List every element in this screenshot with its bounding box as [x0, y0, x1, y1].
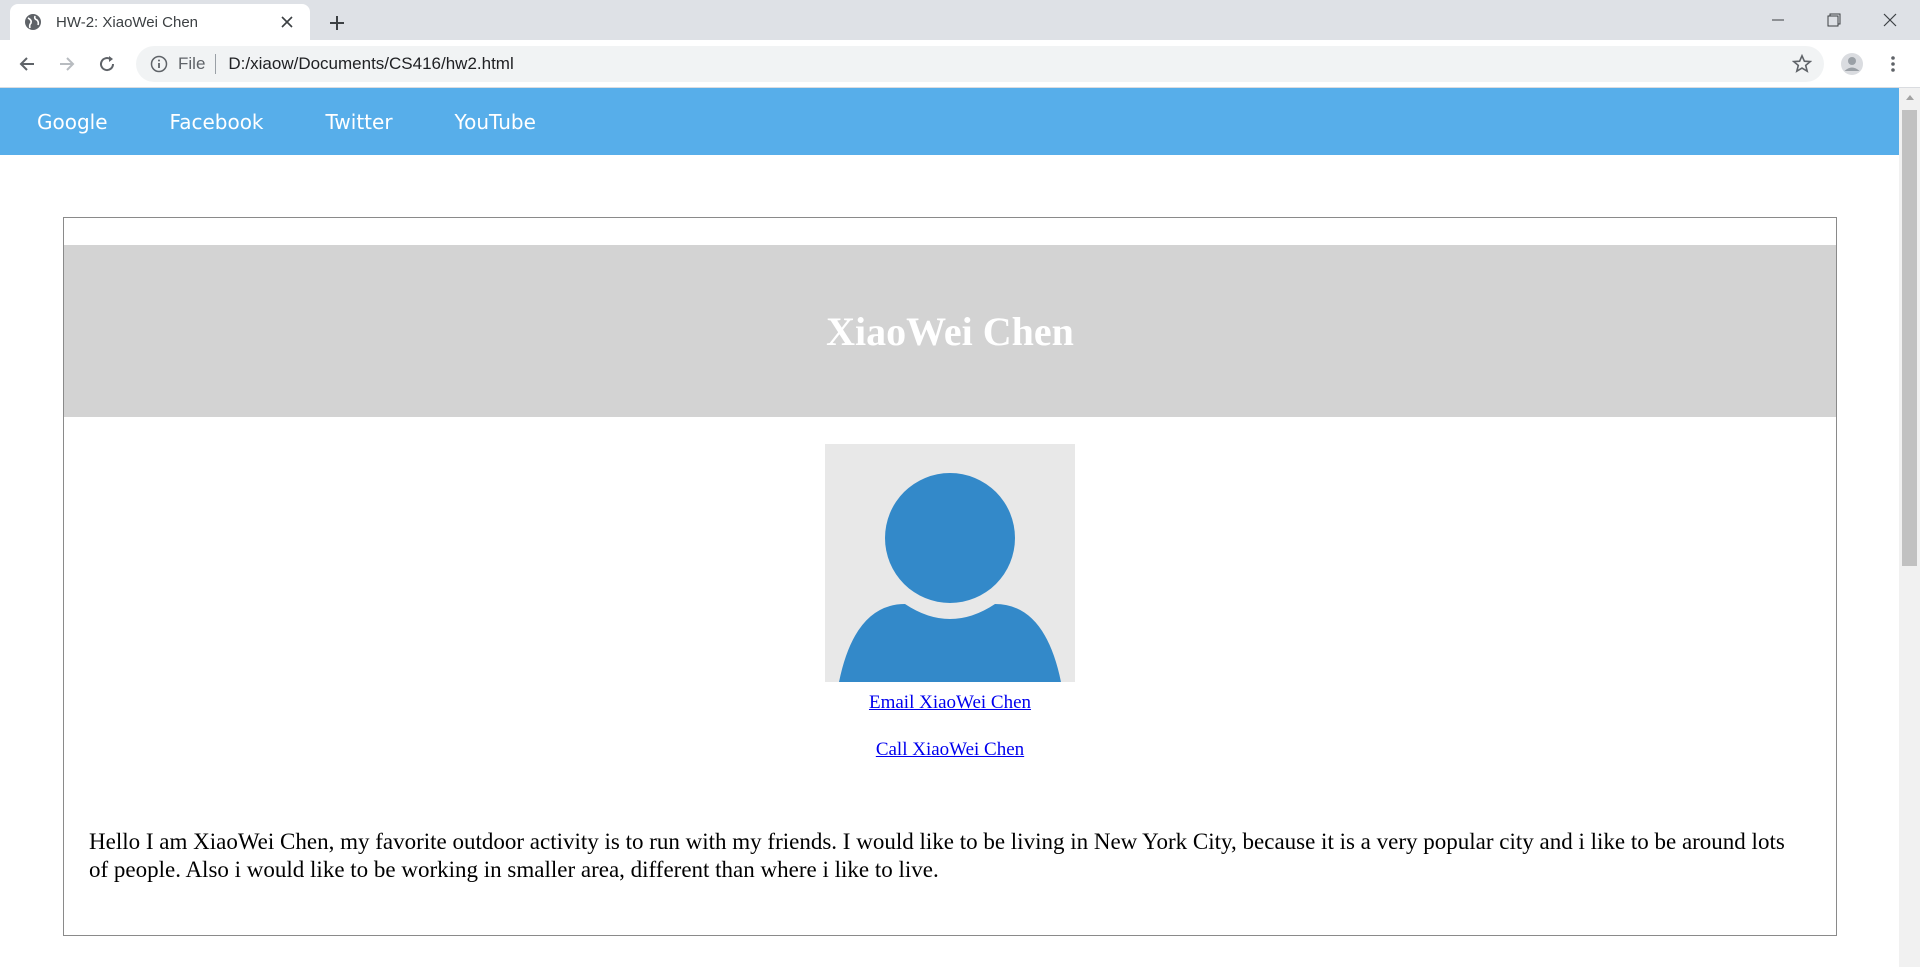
- nav-link-google[interactable]: Google: [37, 110, 108, 134]
- restore-icon[interactable]: [1806, 0, 1862, 40]
- scrollbar-thumb[interactable]: [1902, 110, 1917, 566]
- reload-icon[interactable]: [91, 48, 123, 80]
- nav-link-twitter[interactable]: Twitter: [326, 110, 393, 134]
- browser-tab[interactable]: HW-2: XiaoWei Chen: [10, 4, 310, 40]
- forward-arrow-icon[interactable]: [51, 48, 83, 80]
- globe-icon: [24, 13, 42, 31]
- top-nav: Google Facebook Twitter YouTube: [0, 88, 1899, 155]
- window-close-icon[interactable]: [1862, 0, 1918, 40]
- tab-title: HW-2: XiaoWei Chen: [56, 13, 199, 31]
- page-title: XiaoWei Chen: [826, 308, 1074, 354]
- nav-link-facebook[interactable]: Facebook: [170, 110, 264, 134]
- profile-card: XiaoWei Chen Email XiaoWei Chen Call Xia…: [63, 217, 1837, 936]
- call-link[interactable]: Call XiaoWei Chen: [64, 739, 1836, 761]
- scroll-up-arrow-icon[interactable]: [1899, 88, 1920, 106]
- profile-icon[interactable]: [1836, 48, 1868, 80]
- back-arrow-icon[interactable]: [11, 48, 43, 80]
- browser-toolbar: File D:/xiaow/Documents/CS416/hw2.html: [0, 40, 1920, 88]
- address-separator: [215, 54, 217, 74]
- email-link[interactable]: Email XiaoWei Chen: [64, 692, 1836, 714]
- close-icon[interactable]: [276, 11, 298, 33]
- info-icon[interactable]: [150, 55, 168, 73]
- page-viewport: Google Facebook Twitter YouTube XiaoWei …: [0, 88, 1899, 967]
- contact-links: Email XiaoWei Chen Call XiaoWei Chen: [64, 692, 1836, 761]
- vertical-scrollbar[interactable]: [1899, 88, 1920, 967]
- user-silhouette-icon: [839, 466, 1061, 682]
- bio-paragraph: Hello I am XiaoWei Chen, my favorite out…: [89, 829, 1785, 882]
- plus-icon[interactable]: [322, 8, 352, 38]
- kebab-menu-icon[interactable]: [1877, 48, 1909, 80]
- address-bar[interactable]: File D:/xiaow/Documents/CS416/hw2.html: [136, 46, 1824, 82]
- star-icon[interactable]: [1792, 54, 1812, 74]
- address-url[interactable]: D:/xiaow/Documents/CS416/hw2.html: [228, 54, 513, 74]
- tab-strip: HW-2: XiaoWei Chen: [0, 0, 1920, 40]
- minimize-icon[interactable]: [1750, 0, 1806, 40]
- nav-link-youtube[interactable]: YouTube: [455, 110, 536, 134]
- header-banner: XiaoWei Chen: [64, 245, 1836, 417]
- address-scheme: File: [178, 54, 206, 73]
- avatar: [825, 444, 1075, 682]
